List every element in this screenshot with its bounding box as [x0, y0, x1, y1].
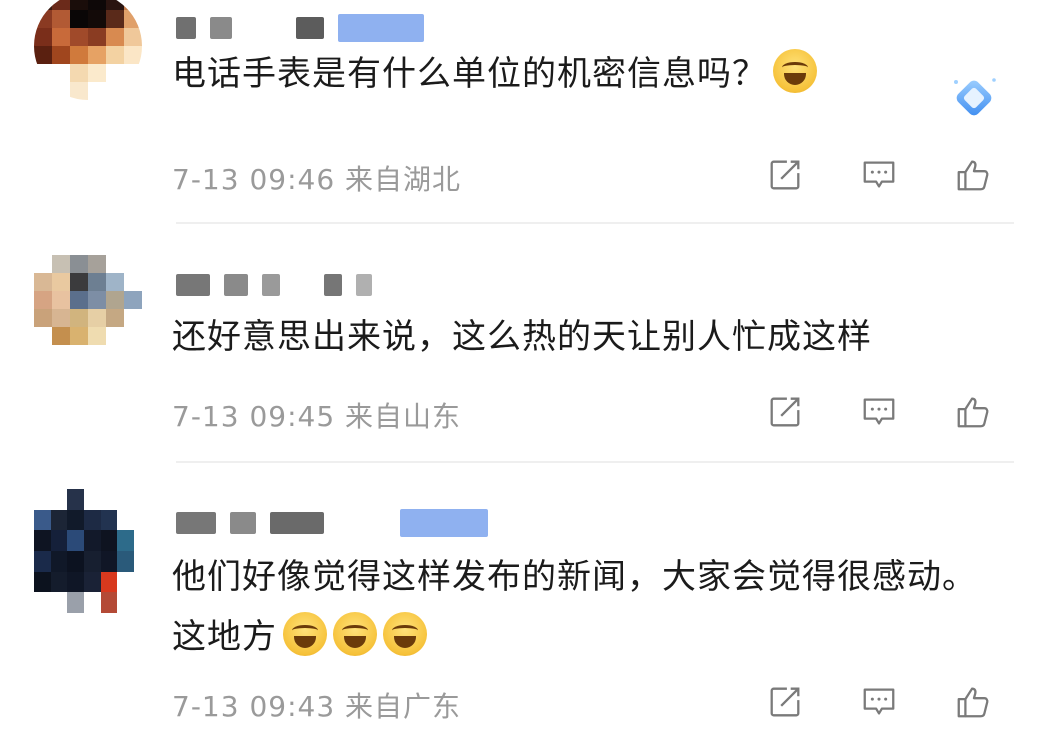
- comment-actions: [766, 156, 992, 194]
- comment-meta: 7-13 09:46 来自湖北: [172, 158, 461, 198]
- comment-meta: 7-13 09:45 来自山东: [172, 395, 461, 435]
- share-icon[interactable]: [766, 393, 804, 431]
- comment-text: 还好意思出来说，这么热的天让别人忙成这样: [172, 317, 872, 357]
- divider: [176, 461, 1014, 463]
- comment-location: 来自山东: [345, 400, 462, 433]
- comment-actions: [766, 393, 992, 431]
- comment-text: 他们好像觉得这样发布的新闻，大家会觉得很感动。这地方: [172, 557, 977, 657]
- avatar[interactable]: [34, 489, 134, 613]
- comment-time: 7-13 09:45: [172, 400, 336, 433]
- like-icon[interactable]: [954, 156, 992, 194]
- share-icon[interactable]: [766, 683, 804, 721]
- avatar[interactable]: [34, 255, 142, 363]
- diamond-badge-icon: [954, 78, 996, 116]
- username[interactable]: [176, 507, 488, 539]
- username[interactable]: [176, 12, 424, 44]
- comment-icon[interactable]: [860, 393, 898, 431]
- like-icon[interactable]: [954, 393, 992, 431]
- comment-item-3: 他们好像觉得这样发布的新闻，大家会觉得很感动。这地方 7-13 09:43 来自…: [0, 465, 1044, 734]
- comment-location: 来自广东: [345, 690, 462, 723]
- comment-item-2: 还好意思出来说，这么热的天让别人忙成这样 7-13 09:45 来自山东: [0, 225, 1044, 465]
- comment-meta: 7-13 09:43 来自广东: [172, 685, 461, 725]
- comment-time: 7-13 09:43: [172, 690, 336, 723]
- comment-time: 7-13 09:46: [172, 163, 336, 196]
- comment-actions: [766, 683, 992, 721]
- laugh-cry-emoji-icon: [383, 612, 427, 656]
- share-icon[interactable]: [766, 156, 804, 194]
- comment-text: 电话手表是有什么单位的机密信息吗？: [172, 44, 986, 104]
- laugh-cry-emoji-icon: [773, 49, 817, 93]
- username[interactable]: [176, 269, 372, 301]
- like-icon[interactable]: [954, 683, 992, 721]
- laugh-cry-emoji-icon: [283, 612, 327, 656]
- comment-item-1: 电话手表是有什么单位的机密信息吗？ 7-13 09:46 来自湖北: [0, 0, 1044, 225]
- comment-icon[interactable]: [860, 156, 898, 194]
- comment-icon[interactable]: [860, 683, 898, 721]
- comment-location: 来自湖北: [345, 163, 462, 196]
- divider: [176, 222, 1014, 224]
- laugh-cry-emoji-icon: [333, 612, 377, 656]
- avatar[interactable]: [34, 0, 142, 100]
